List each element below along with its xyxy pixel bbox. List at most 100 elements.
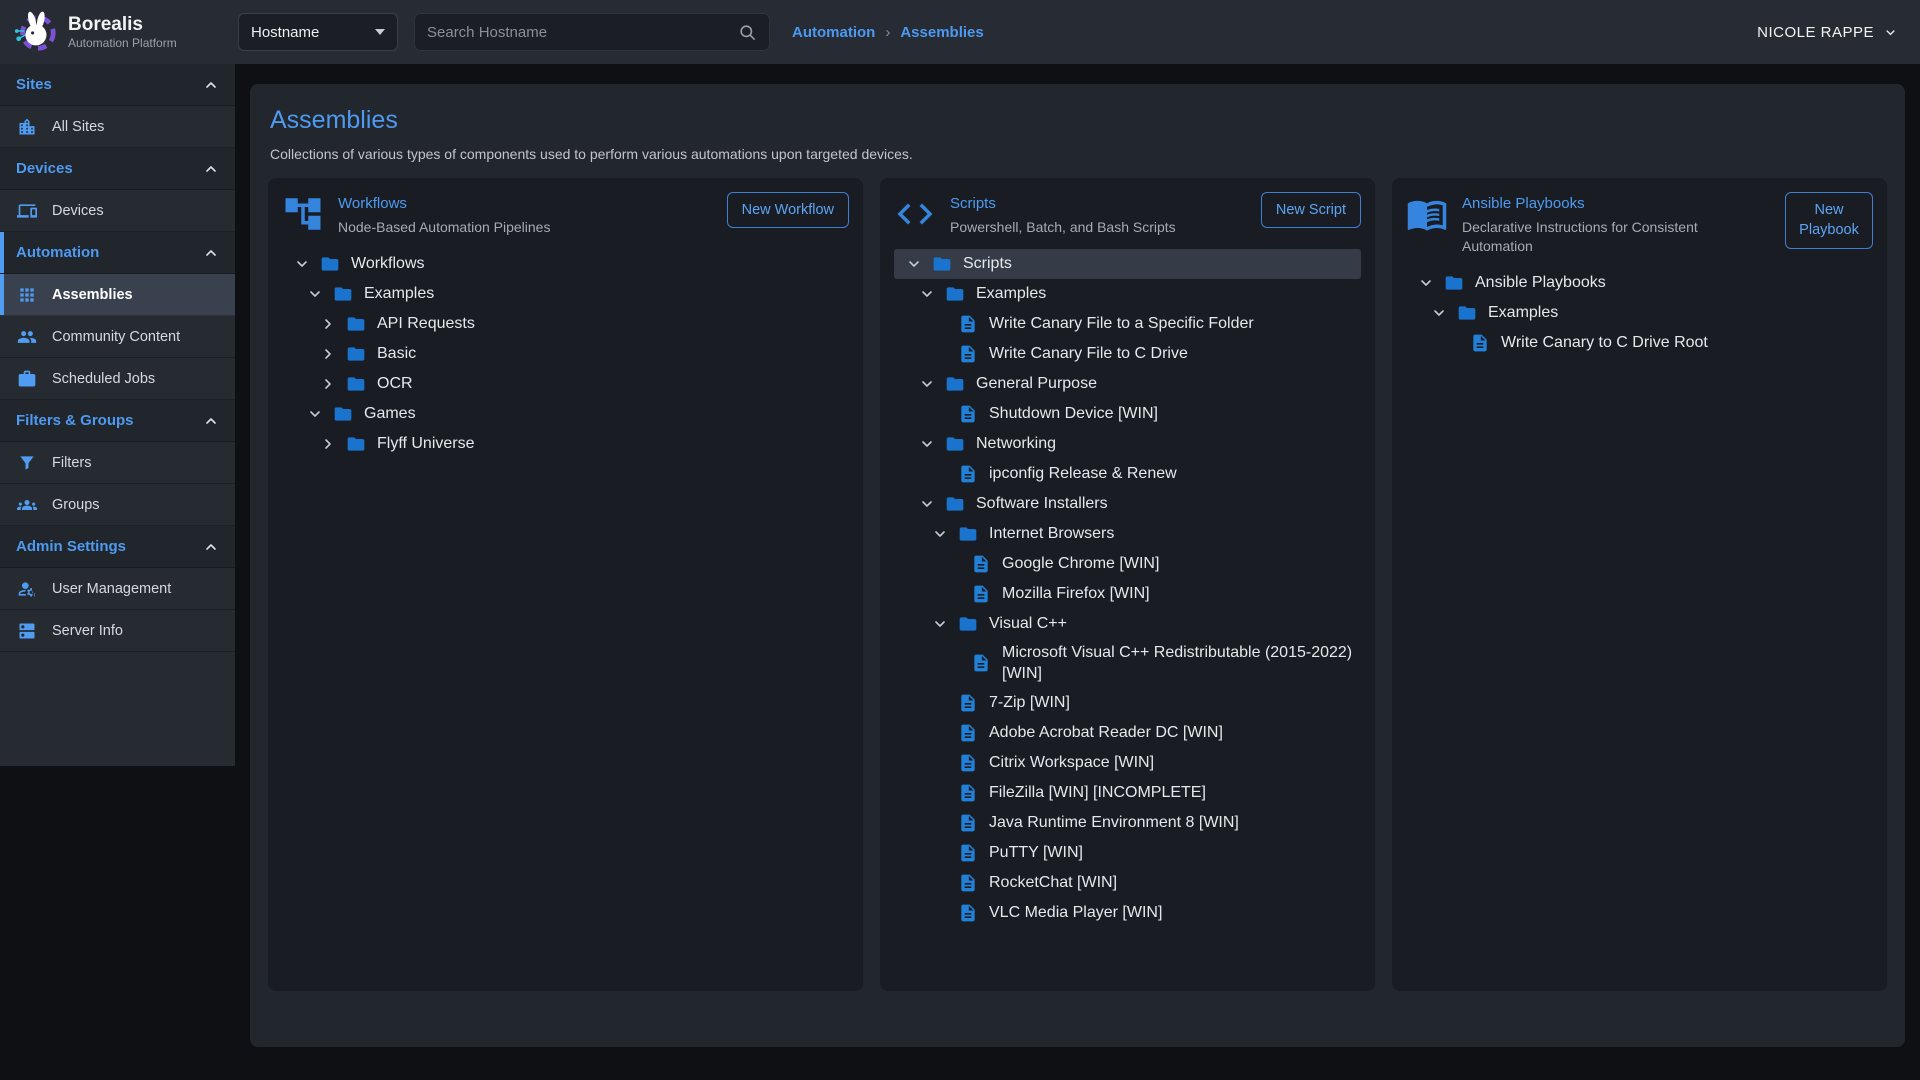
tree-item-examples[interactable]: Examples	[1406, 298, 1873, 328]
tree-item-internet-browsers[interactable]: Internet Browsers	[894, 519, 1361, 549]
groups-icon[interactable]	[17, 495, 37, 515]
building-icon[interactable]	[17, 117, 37, 137]
tree-item-write-canary-file-to-c-drive[interactable]: Write Canary File to C Drive	[894, 339, 1361, 369]
file-icon[interactable]	[958, 314, 978, 334]
new-script-button[interactable]: New Script	[1261, 192, 1361, 228]
chevron-up-icon[interactable]	[203, 161, 219, 177]
tree-item-examples[interactable]: Examples	[894, 279, 1361, 309]
folder-icon[interactable]	[945, 434, 965, 454]
chevron-up-icon[interactable]	[203, 413, 219, 429]
folder-icon[interactable]	[932, 254, 952, 274]
file-icon[interactable]	[971, 653, 991, 673]
file-icon[interactable]	[958, 843, 978, 863]
user-gear-icon[interactable]	[17, 579, 37, 599]
sidebar-section-admin-settings[interactable]: Admin Settings	[0, 526, 235, 568]
tree-item-shutdown-device-win[interactable]: Shutdown Device [WIN]	[894, 399, 1361, 429]
chevron-collapsed-icon[interactable]	[320, 436, 336, 452]
folder-icon[interactable]	[945, 494, 965, 514]
tree-item-games[interactable]: Games	[282, 399, 849, 429]
chevron-collapsed-icon[interactable]	[320, 316, 336, 332]
tree-item-ocr[interactable]: OCR	[282, 369, 849, 399]
file-icon[interactable]	[971, 584, 991, 604]
tree-item-7-zip-win[interactable]: 7-Zip [WIN]	[894, 688, 1361, 718]
file-icon[interactable]	[1470, 333, 1490, 353]
chevron-expanded-icon[interactable]	[919, 496, 935, 512]
tree-item-flyff-universe[interactable]: Flyff Universe	[282, 429, 849, 459]
file-icon[interactable]	[958, 813, 978, 833]
tree-item-filezilla-win-incomplete[interactable]: FileZilla [WIN] [INCOMPLETE]	[894, 778, 1361, 808]
tree-item-api-requests[interactable]: API Requests	[282, 309, 849, 339]
sidebar-item-user-management[interactable]: User Management	[0, 568, 235, 610]
chevron-expanded-icon[interactable]	[1431, 305, 1447, 321]
folder-icon[interactable]	[346, 434, 366, 454]
sidebar-section-sites[interactable]: Sites	[0, 64, 235, 106]
tree-item-google-chrome-win[interactable]: Google Chrome [WIN]	[894, 549, 1361, 579]
chevron-up-icon[interactable]	[203, 245, 219, 261]
sidebar-item-server-info[interactable]: Server Info	[0, 610, 235, 652]
chevron-expanded-icon[interactable]	[1418, 275, 1434, 291]
tree-item-citrix-workspace-win[interactable]: Citrix Workspace [WIN]	[894, 748, 1361, 778]
file-icon[interactable]	[971, 554, 991, 574]
chevron-collapsed-icon[interactable]	[320, 346, 336, 362]
tree-item-vlc-media-player-win[interactable]: VLC Media Player [WIN]	[894, 898, 1361, 928]
new-workflow-button[interactable]: New Workflow	[727, 192, 849, 228]
folder-icon[interactable]	[945, 374, 965, 394]
sidebar-item-assemblies[interactable]: Assemblies	[0, 274, 235, 316]
tree-item-write-canary-file-to-a-specific-folder[interactable]: Write Canary File to a Specific Folder	[894, 309, 1361, 339]
workflow-icon[interactable]	[282, 193, 324, 235]
chevron-expanded-icon[interactable]	[294, 256, 310, 272]
chevron-expanded-icon[interactable]	[307, 406, 323, 422]
filter-icon[interactable]	[17, 453, 37, 473]
file-icon[interactable]	[958, 753, 978, 773]
chevron-up-icon[interactable]	[203, 539, 219, 555]
tree-item-microsoft-visual-c-redistributable-2015-2022-win[interactable]: Microsoft Visual C++ Redistributable (20…	[894, 639, 1361, 688]
tree-item-general-purpose[interactable]: General Purpose	[894, 369, 1361, 399]
file-icon[interactable]	[958, 723, 978, 743]
devices-icon[interactable]	[17, 201, 37, 221]
chevron-expanded-icon[interactable]	[932, 526, 948, 542]
folder-icon[interactable]	[346, 374, 366, 394]
tree-item-scripts[interactable]: Scripts	[894, 249, 1361, 279]
folder-icon[interactable]	[1457, 303, 1477, 323]
folder-icon[interactable]	[346, 314, 366, 334]
people-icon[interactable]	[17, 327, 37, 347]
briefcase-icon[interactable]	[17, 369, 37, 389]
file-icon[interactable]	[958, 903, 978, 923]
tree-item-basic[interactable]: Basic	[282, 339, 849, 369]
chevron-expanded-icon[interactable]	[919, 376, 935, 392]
chevron-expanded-icon[interactable]	[919, 436, 935, 452]
file-icon[interactable]	[958, 464, 978, 484]
folder-icon[interactable]	[320, 254, 340, 274]
chevron-expanded-icon[interactable]	[932, 616, 948, 632]
tree-item-workflows[interactable]: Workflows	[282, 249, 849, 279]
sidebar-item-groups[interactable]: Groups	[0, 484, 235, 526]
file-icon[interactable]	[958, 873, 978, 893]
code-icon[interactable]	[894, 193, 936, 235]
chevron-expanded-icon[interactable]	[919, 286, 935, 302]
search-hostname-input[interactable]	[427, 24, 738, 41]
folder-icon[interactable]	[333, 404, 353, 424]
tree-item-rocketchat-win[interactable]: RocketChat [WIN]	[894, 868, 1361, 898]
sidebar-item-all-sites[interactable]: All Sites	[0, 106, 235, 148]
book-icon[interactable]	[1406, 193, 1448, 235]
tree-item-putty-win[interactable]: PuTTY [WIN]	[894, 838, 1361, 868]
tree-item-visual-c[interactable]: Visual C++	[894, 609, 1361, 639]
sidebar-section-devices[interactable]: Devices	[0, 148, 235, 190]
chevron-expanded-icon[interactable]	[906, 256, 922, 272]
sidebar-item-community-content[interactable]: Community Content	[0, 316, 235, 358]
folder-icon[interactable]	[958, 524, 978, 544]
sidebar-item-filters[interactable]: Filters	[0, 442, 235, 484]
tree-item-software-installers[interactable]: Software Installers	[894, 489, 1361, 519]
chevron-expanded-icon[interactable]	[307, 286, 323, 302]
tree-item-java-runtime-environment-8-win[interactable]: Java Runtime Environment 8 [WIN]	[894, 808, 1361, 838]
file-icon[interactable]	[958, 783, 978, 803]
file-icon[interactable]	[958, 344, 978, 364]
chevron-up-icon[interactable]	[203, 77, 219, 93]
tree-item-networking[interactable]: Networking	[894, 429, 1361, 459]
breadcrumb-link-automation[interactable]: Automation	[792, 24, 875, 41]
new-playbook-button[interactable]: New Playbook	[1785, 192, 1873, 249]
tree-item-ansible-playbooks[interactable]: Ansible Playbooks	[1406, 268, 1873, 298]
folder-icon[interactable]	[1444, 273, 1464, 293]
grid-icon[interactable]	[17, 285, 37, 305]
tree-item-examples[interactable]: Examples	[282, 279, 849, 309]
